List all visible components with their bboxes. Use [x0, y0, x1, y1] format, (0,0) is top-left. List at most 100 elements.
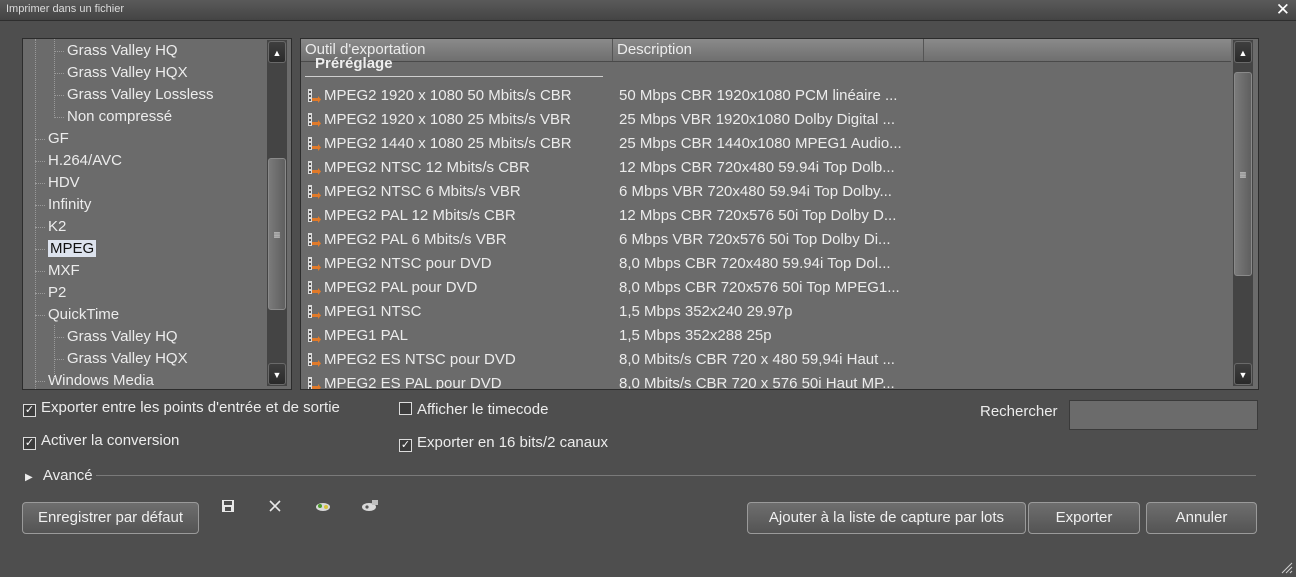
film-export-icon: [308, 185, 321, 199]
cancel-button[interactable]: Annuler: [1146, 502, 1257, 534]
preset-description: 8,0 Mbits/s CBR 720 x 480 59,94i Haut ..…: [619, 351, 895, 368]
preset-description: 25 Mbps VBR 1920x1080 Dolby Digital ...: [619, 111, 895, 128]
group-divider: [305, 76, 603, 77]
export-in-out-checkbox[interactable]: ✓ Exporter entre les points d'entrée et d…: [23, 398, 340, 418]
tree-item[interactable]: Grass Valley Lossless: [67, 84, 213, 106]
preset-row[interactable]: MPEG2 PAL 6 Mbits/s VBR 6 Mbps VBR 720x57…: [301, 228, 1231, 252]
tree-item[interactable]: H.264/AVC: [48, 150, 122, 172]
tree-item[interactable]: P2: [48, 282, 66, 304]
tree-item-label: Grass Valley HQ: [67, 328, 178, 345]
tree-item[interactable]: GF: [48, 128, 69, 150]
tree-item[interactable]: QuickTime: [48, 304, 119, 326]
column-header-description[interactable]: Description: [613, 39, 924, 61]
close-icon[interactable]: ✕: [1276, 0, 1290, 20]
film-export-icon: [308, 113, 321, 127]
search-input[interactable]: [1069, 400, 1258, 430]
preset-row[interactable]: MPEG2 NTSC pour DVD 8,0 Mbps CBR 720x480 …: [301, 252, 1231, 276]
preset-row[interactable]: MPEG2 ES NTSC pour DVD 8,0 Mbits/s CBR 72…: [301, 348, 1231, 372]
scroll-down-icon[interactable]: ▼: [268, 363, 286, 385]
list-scrollbar[interactable]: ▲ ≡ ▼: [1233, 40, 1253, 386]
preset-row[interactable]: MPEG2 NTSC 6 Mbits/s VBR 6 Mbps VBR 720x4…: [301, 180, 1231, 204]
tree-connector: [35, 139, 45, 140]
preset-name: MPEG2 1440 x 1080 25 Mbits/s CBR: [324, 135, 572, 152]
import-preset-icon[interactable]: [313, 499, 333, 519]
tree-connector: [35, 183, 45, 184]
preset-row[interactable]: MPEG2 PAL 12 Mbits/s CBR 12 Mbps CBR 720x…: [301, 204, 1231, 228]
scroll-down-icon[interactable]: ▼: [1234, 363, 1252, 385]
tree-item-label: Infinity: [48, 196, 92, 213]
film-export-icon: [308, 353, 321, 367]
tree-connector: [35, 249, 45, 250]
checkbox-box[interactable]: ✓: [23, 404, 36, 417]
export-button[interactable]: Exporter: [1028, 502, 1140, 534]
export-preset-icon[interactable]: [360, 499, 380, 519]
tree-item-label: HDV: [48, 174, 80, 191]
preset-row[interactable]: MPEG2 ES PAL pour DVD 8,0 Mbits/s CBR 720…: [301, 372, 1231, 390]
advanced-label: Avancé: [42, 467, 93, 484]
preset-name: MPEG2 ES PAL pour DVD: [324, 375, 502, 390]
tree-scrollbar[interactable]: ▲ ≡ ▼: [267, 40, 287, 386]
tree-item[interactable]: HDV: [48, 172, 80, 194]
checkbox-box[interactable]: [399, 402, 412, 415]
tree-item[interactable]: Grass Valley HQ: [67, 40, 178, 62]
tree-item-label: Grass Valley HQ: [67, 42, 178, 59]
format-tree[interactable]: Grass Valley HQ Grass Valley HQX Grass Val…: [22, 38, 292, 390]
preset-row[interactable]: MPEG2 1920 x 1080 25 Mbits/s VBR 25 Mbps …: [301, 108, 1231, 132]
advanced-toggle[interactable]: ▶ Avancé: [25, 467, 93, 484]
preset-description: 12 Mbps CBR 720x576 50i Top Dolby D...: [619, 207, 897, 224]
film-export-icon: [308, 89, 321, 103]
scroll-thumb[interactable]: ≡: [1234, 72, 1252, 276]
tree-item[interactable]: Grass Valley HQX: [67, 348, 188, 370]
checkbox-box[interactable]: ✓: [23, 437, 36, 450]
tree-item-label: QuickTime: [48, 306, 120, 323]
preset-row[interactable]: MPEG1 PAL 1,5 Mbps 352x288 25p: [301, 324, 1231, 348]
checkbox-label: Afficher le timecode: [417, 401, 549, 418]
checkbox-label: Exporter en 16 bits/2 canaux: [417, 434, 608, 451]
preset-row[interactable]: MPEG2 1440 x 1080 25 Mbits/s CBR 25 Mbps …: [301, 132, 1231, 156]
film-export-icon: [308, 305, 321, 319]
scroll-up-icon[interactable]: ▲: [1234, 41, 1252, 63]
list-header: Outil d'exportation Description: [301, 39, 1231, 62]
tree-guide: [54, 39, 55, 116]
tree-connector: [54, 359, 64, 360]
tree-item[interactable]: MXF: [48, 260, 80, 282]
tree-connector: [35, 271, 45, 272]
tree-item-label: Windows Media: [48, 372, 154, 389]
tree-item[interactable]: Non compressé: [67, 106, 172, 128]
tree-item[interactable]: MPEG: [48, 238, 97, 260]
preset-description: 12 Mbps CBR 720x480 59.94i Top Dolb...: [619, 159, 895, 176]
tree-item[interactable]: Grass Valley HQX: [67, 62, 188, 84]
preset-row[interactable]: MPEG2 1920 x 1080 50 Mbits/s CBR 50 Mbps …: [301, 84, 1231, 108]
save-default-button[interactable]: Enregistrer par défaut: [22, 502, 199, 534]
film-export-icon: [308, 377, 321, 389]
tree-connector: [35, 315, 45, 316]
resize-grip-icon[interactable]: [1279, 560, 1293, 574]
preset-row[interactable]: MPEG2 PAL pour DVD 8,0 Mbps CBR 720x576 5…: [301, 276, 1231, 300]
save-icon[interactable]: [218, 499, 238, 519]
preset-name: MPEG2 NTSC 12 Mbits/s CBR: [324, 159, 530, 176]
scroll-up-icon[interactable]: ▲: [268, 41, 286, 63]
audio16-checkbox[interactable]: ✓ Exporter en 16 bits/2 canaux: [399, 433, 608, 453]
preset-row[interactable]: MPEG1 NTSC 1,5 Mbps 352x240 29.97p: [301, 300, 1231, 324]
timecode-checkbox[interactable]: Afficher le timecode: [399, 400, 548, 420]
scroll-thumb[interactable]: ≡: [268, 158, 286, 310]
tree-item[interactable]: Grass Valley HQ: [67, 326, 178, 348]
add-to-batch-button[interactable]: Ajouter à la liste de capture par lots: [747, 502, 1026, 534]
tree-item[interactable]: Windows Media: [48, 370, 154, 389]
tree-guide: [35, 39, 36, 389]
checkbox-label: Activer la conversion: [41, 432, 180, 449]
preset-name: MPEG2 NTSC pour DVD: [324, 255, 492, 272]
preset-description: 8,0 Mbps CBR 720x480 59.94i Top Dol...: [619, 255, 891, 272]
film-export-icon: [308, 137, 321, 151]
delete-icon[interactable]: [265, 499, 285, 519]
conversion-checkbox[interactable]: ✓ Activer la conversion: [23, 431, 179, 451]
preset-row[interactable]: MPEG2 NTSC 12 Mbits/s CBR 12 Mbps CBR 720…: [301, 156, 1231, 180]
tree-item-label: MPEG: [48, 240, 97, 257]
tree-item[interactable]: Infinity: [48, 194, 91, 216]
preset-list[interactable]: Outil d'exportation Description Prérégla…: [300, 38, 1259, 390]
tree-item[interactable]: K2: [48, 216, 66, 238]
expand-arrow-icon[interactable]: ▶: [25, 472, 33, 483]
checkbox-box[interactable]: ✓: [399, 439, 412, 452]
tree-connector: [54, 95, 64, 96]
preset-name: MPEG2 PAL pour DVD: [324, 279, 478, 296]
